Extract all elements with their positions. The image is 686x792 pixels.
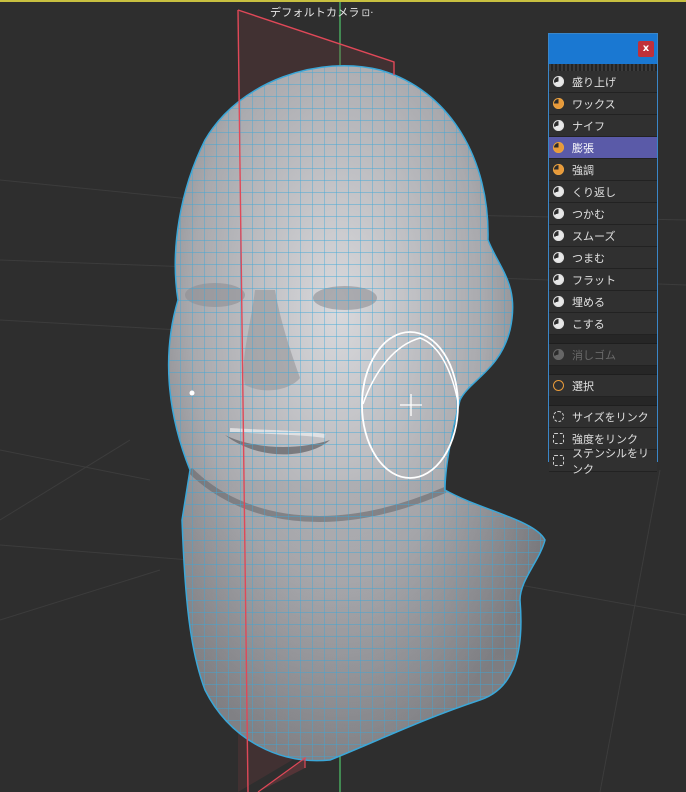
close-button[interactable]: x <box>638 41 654 57</box>
tool-select[interactable]: 選択 <box>549 375 657 397</box>
sculpt-tool-list: 盛り上げ ワックス ナイフ 膨張 強調 くり返し つかむ スムーズ つまむ フラ… <box>549 71 657 335</box>
fill-icon <box>553 296 564 307</box>
tool-label: 選択 <box>572 379 594 393</box>
stencil-link-icon <box>553 455 564 466</box>
flatten-icon <box>553 274 564 285</box>
camera-name[interactable]: デフォルトカメラ ⊡· <box>270 4 374 20</box>
wax-icon <box>553 98 564 109</box>
tool-label: こする <box>572 317 605 331</box>
marker-dot <box>189 390 195 396</box>
inflate-icon <box>553 142 564 153</box>
palette-separator <box>549 335 657 344</box>
tool-label: フラット <box>572 273 616 287</box>
tool-flatten[interactable]: フラット <box>549 269 657 291</box>
tool-label: スムーズ <box>572 229 616 243</box>
sculpt-tool-palette: x 盛り上げ ワックス ナイフ 膨張 強調 くり返し つかむ スムーズ つまむ … <box>548 33 658 476</box>
tool-build[interactable]: 盛り上げ <box>549 71 657 93</box>
palette-title-bar[interactable]: x <box>549 34 657 64</box>
eraser-icon <box>553 349 564 360</box>
tool-wax[interactable]: ワックス <box>549 93 657 115</box>
tool-inflate[interactable]: 膨張 <box>549 137 657 159</box>
palette-separator <box>549 366 657 375</box>
tool-label: ワックス <box>572 97 616 111</box>
strength-link-icon <box>553 433 564 444</box>
tool-eraser[interactable]: 消しゴム <box>549 344 657 366</box>
repeat-icon <box>553 186 564 197</box>
tool-label: 盛り上げ <box>572 75 616 89</box>
tool-label: 膨張 <box>572 141 594 155</box>
palette-separator <box>549 397 657 406</box>
tool-label: つかむ <box>572 207 605 221</box>
tool-label: ナイフ <box>572 119 605 133</box>
tool-label: 強調 <box>572 163 594 177</box>
tool-scrape[interactable]: こする <box>549 313 657 335</box>
camera-label-text: デフォルトカメラ <box>270 6 360 19</box>
pinch2-icon <box>553 252 564 263</box>
camera-link-icon[interactable]: ⊡· <box>362 8 374 19</box>
link-stencil-toggle[interactable]: ステンシルをリンク <box>549 447 657 476</box>
pinch-icon <box>553 164 564 175</box>
head-mesh[interactable] <box>150 50 550 780</box>
tool-label: サイズをリンク <box>572 410 649 424</box>
viewport-top-strip <box>0 0 686 2</box>
tool-label: 埋める <box>572 295 605 309</box>
size-link-icon <box>553 411 564 422</box>
tool-knife[interactable]: ナイフ <box>549 115 657 137</box>
smooth-icon <box>553 230 564 241</box>
select-icon <box>553 380 564 391</box>
tool-smooth[interactable]: スムーズ <box>549 225 657 247</box>
link-size-toggle[interactable]: サイズをリンク <box>549 406 657 428</box>
palette-grip[interactable] <box>549 64 657 71</box>
tool-grab[interactable]: つかむ <box>549 203 657 225</box>
tool-label: つまむ <box>572 251 605 265</box>
tool-pinch[interactable]: 強調 <box>549 159 657 181</box>
tool-label: 消しゴム <box>572 348 616 362</box>
tool-fill[interactable]: 埋める <box>549 291 657 313</box>
knife-icon <box>553 120 564 131</box>
build-icon <box>553 76 564 87</box>
grab-icon <box>553 208 564 219</box>
tool-repeat[interactable]: くり返し <box>549 181 657 203</box>
tool-label: くり返し <box>572 185 616 199</box>
scrape-icon <box>553 318 564 329</box>
tool-label: ステンシルをリンク <box>572 446 649 476</box>
tool-pinch2[interactable]: つまむ <box>549 247 657 269</box>
